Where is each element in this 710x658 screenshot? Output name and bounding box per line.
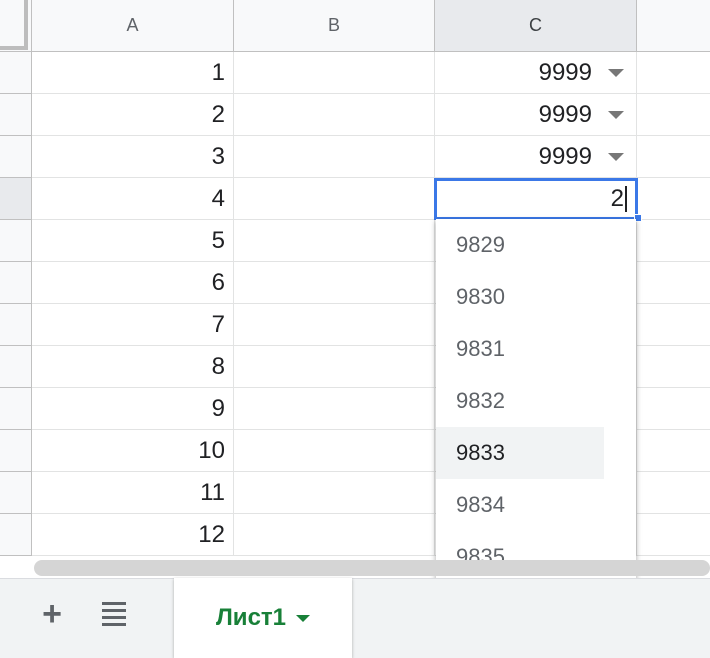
text-caret	[625, 186, 627, 212]
row-header[interactable]	[0, 430, 32, 472]
cell-a[interactable]: 7	[32, 304, 234, 346]
cell-a[interactable]: 9	[32, 388, 234, 430]
cell-d[interactable]	[637, 52, 710, 94]
active-cell-editor[interactable]: 2	[434, 178, 638, 220]
cell-b[interactable]	[234, 388, 435, 430]
horizontal-scrollbar[interactable]	[34, 560, 710, 576]
cell-a[interactable]: 8	[32, 346, 234, 388]
cell-d[interactable]	[637, 178, 710, 220]
cell-c[interactable]: 9999	[435, 52, 637, 94]
column-header-d[interactable]	[637, 0, 710, 52]
cell-d[interactable]	[637, 388, 710, 430]
cell-d[interactable]	[637, 262, 710, 304]
cell-a[interactable]: 11	[32, 472, 234, 514]
row-header[interactable]	[0, 472, 32, 514]
row-header[interactable]	[0, 52, 32, 94]
dropdown-arrow-icon[interactable]	[608, 153, 624, 161]
corner-marker	[0, 0, 28, 50]
cell-a[interactable]: 1	[32, 52, 234, 94]
dropdown-option[interactable]: 9830	[436, 271, 604, 323]
dropdown-option[interactable]: 9829	[436, 219, 604, 271]
cell-c[interactable]: 9999	[435, 136, 637, 178]
cell-b[interactable]	[234, 346, 435, 388]
cell-d[interactable]	[637, 514, 710, 556]
cell-a[interactable]: 4	[32, 178, 234, 220]
cell-b[interactable]	[234, 304, 435, 346]
sheet-tab[interactable]: Лист1	[174, 578, 352, 658]
row-header[interactable]	[0, 346, 32, 388]
dropdown-option[interactable]: 9831	[436, 323, 604, 375]
dropdown-arrow-icon[interactable]	[608, 111, 624, 119]
cell-d[interactable]	[637, 94, 710, 136]
row-header[interactable]	[0, 262, 32, 304]
row-header[interactable]	[0, 136, 32, 178]
dropdown-option[interactable]: 9832	[436, 375, 604, 427]
cell-b[interactable]	[234, 178, 435, 220]
cell-b[interactable]	[234, 136, 435, 178]
row-header[interactable]	[0, 304, 32, 346]
cell-d[interactable]	[637, 136, 710, 178]
row-header[interactable]	[0, 220, 32, 262]
row-header[interactable]	[0, 178, 32, 220]
active-cell-value: 2	[610, 185, 624, 212]
column-header-b[interactable]: B	[234, 0, 435, 52]
cell-b[interactable]	[234, 220, 435, 262]
dropdown-arrow-icon[interactable]	[608, 69, 624, 77]
cell-d[interactable]	[637, 304, 710, 346]
cell-b[interactable]	[234, 514, 435, 556]
sheet-tab-label: Лист1	[215, 604, 287, 631]
cell-a[interactable]: 3	[32, 136, 234, 178]
chevron-down-icon[interactable]	[296, 614, 311, 622]
cell-a[interactable]: 10	[32, 430, 234, 472]
cell-a[interactable]: 6	[32, 262, 234, 304]
row-header[interactable]	[0, 388, 32, 430]
row-header[interactable]	[0, 514, 32, 556]
cell-b[interactable]	[234, 430, 435, 472]
cell-d[interactable]	[637, 472, 710, 514]
cell-d[interactable]	[637, 430, 710, 472]
cell-c[interactable]: 9999	[435, 94, 637, 136]
cell-d[interactable]	[637, 346, 710, 388]
column-header-a[interactable]: A	[32, 0, 234, 52]
cell-b[interactable]	[234, 262, 435, 304]
dropdown-option[interactable]: 9834	[436, 479, 604, 531]
cell-b[interactable]	[234, 472, 435, 514]
cell-a[interactable]: 12	[32, 514, 234, 556]
cell-b[interactable]	[234, 94, 435, 136]
cell-d[interactable]	[637, 220, 710, 262]
plus-icon[interactable]: +	[36, 595, 68, 633]
column-header-c[interactable]: C	[435, 0, 637, 52]
cell-a[interactable]: 2	[32, 94, 234, 136]
cell-a[interactable]: 5	[32, 220, 234, 262]
list-icon[interactable]	[98, 598, 130, 630]
cell-b[interactable]	[234, 52, 435, 94]
row-header[interactable]	[0, 94, 32, 136]
dropdown-option[interactable]: 9833	[436, 427, 604, 479]
